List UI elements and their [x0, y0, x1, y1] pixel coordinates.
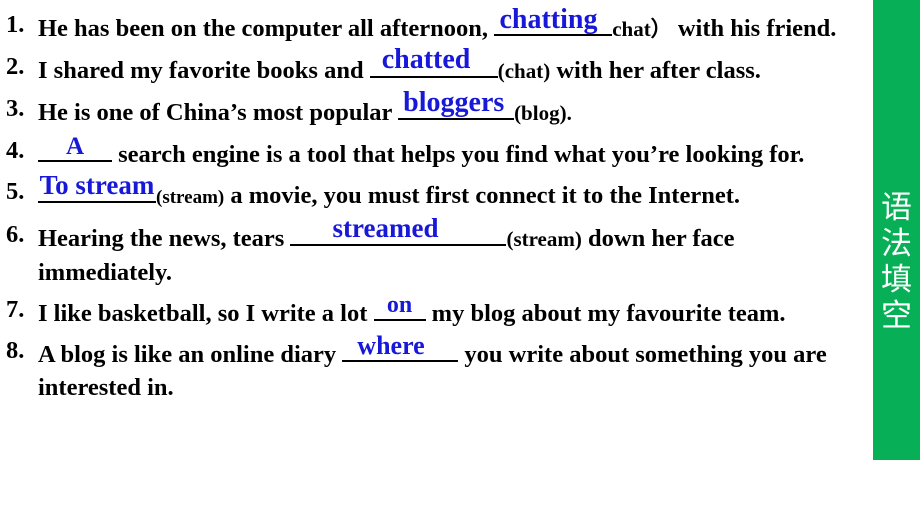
answer-word: chatting — [499, 4, 598, 35]
question-number: 4. — [6, 137, 25, 164]
question-text: To stream (stream) a movie, you must firs… — [38, 170, 873, 214]
answer-blank-8[interactable]: where — [342, 331, 459, 362]
question-number: 2. — [6, 53, 25, 80]
question-item: 4. A search engine is a tool that helps … — [0, 133, 873, 171]
question-suffix: search engine is a tool that helps you f… — [112, 141, 805, 168]
question-number: 8. — [6, 337, 25, 364]
question-list: 1. He has been on the computer all after… — [0, 4, 873, 408]
question-text: A search engine is a tool that helps you… — [38, 133, 873, 171]
answer-word: bloggers — [403, 87, 505, 118]
answer-blank-1[interactable]: chatting — [494, 4, 613, 36]
answer-word: where — [357, 331, 425, 360]
question-item: 5. To stream (stream) a movie, you must f… — [0, 170, 873, 214]
question-prefix: A blog is like an online diary — [38, 341, 343, 368]
answer-blank-7[interactable]: on — [373, 292, 426, 321]
answer-blank-6[interactable]: streamed — [290, 213, 507, 246]
question-text: He has been on the computer all afternoo… — [38, 4, 873, 46]
answer-word: To stream — [39, 170, 155, 200]
question-text: I shared my favorite books and chatted (c… — [38, 46, 873, 88]
slide-canvas: 语 法 填 空 1. He has been on the computer a… — [0, 0, 920, 518]
answer-blank-2[interactable]: chatted — [369, 46, 498, 78]
question-suffix: a movie, you must first connect it to th… — [224, 182, 741, 209]
question-item: 3. He is one of China’s most popular blo… — [0, 87, 873, 130]
side-banner: 语 法 填 空 — [873, 0, 920, 460]
question-number: 7. — [6, 296, 25, 323]
answer-blank-3[interactable]: bloggers — [398, 87, 515, 120]
question-text: A blog is like an online diary where you… — [38, 331, 873, 404]
question-prefix: I like basketball, so I write a lot — [38, 300, 374, 327]
question-text: I like basketball, so I write a lot on m… — [38, 292, 873, 330]
question-cue: (blog). — [514, 101, 572, 125]
question-suffix: with his friend. — [671, 15, 837, 42]
question-number: 1. — [6, 11, 25, 38]
answer-word: on — [386, 292, 413, 318]
question-number: 6. — [6, 221, 25, 248]
question-number: 5. — [6, 178, 25, 205]
question-text: He is one of China’s most popular blogge… — [38, 87, 873, 130]
answer-word: streamed — [332, 213, 439, 243]
question-item: 8. A blog is like an online diary where … — [0, 331, 873, 404]
question-cue: (stream) — [506, 227, 582, 251]
question-item: 2. I shared my favorite books and chatte… — [0, 46, 873, 88]
question-cue: chat） — [612, 17, 672, 41]
question-number: 3. — [6, 95, 25, 122]
question-item: 6. Hearing the news, tears streamed (stre… — [0, 213, 873, 289]
question-cue: (chat) — [497, 59, 551, 83]
question-item: 7. I like basketball, so I write a lot o… — [0, 292, 873, 330]
question-prefix: Hearing the news, tears — [38, 225, 291, 252]
question-suffix: my blog about my favourite team. — [425, 300, 786, 327]
answer-blank-4[interactable]: A — [38, 133, 112, 162]
question-prefix: He has been on the computer all afternoo… — [38, 15, 495, 42]
answer-blank-5[interactable]: To stream — [38, 170, 156, 203]
answer-word: A — [65, 133, 85, 160]
answer-word: chatted — [381, 44, 471, 75]
question-prefix: He is one of China’s most popular — [38, 99, 399, 126]
question-item: 1. He has been on the computer all after… — [0, 4, 873, 46]
question-cue: (stream) — [156, 187, 225, 208]
question-text: Hearing the news, tears streamed (stream)… — [38, 213, 873, 289]
question-suffix: with her after class. — [550, 57, 761, 84]
question-prefix: I shared my favorite books and — [38, 57, 370, 84]
side-banner-label: 语 法 填 空 — [881, 190, 912, 334]
